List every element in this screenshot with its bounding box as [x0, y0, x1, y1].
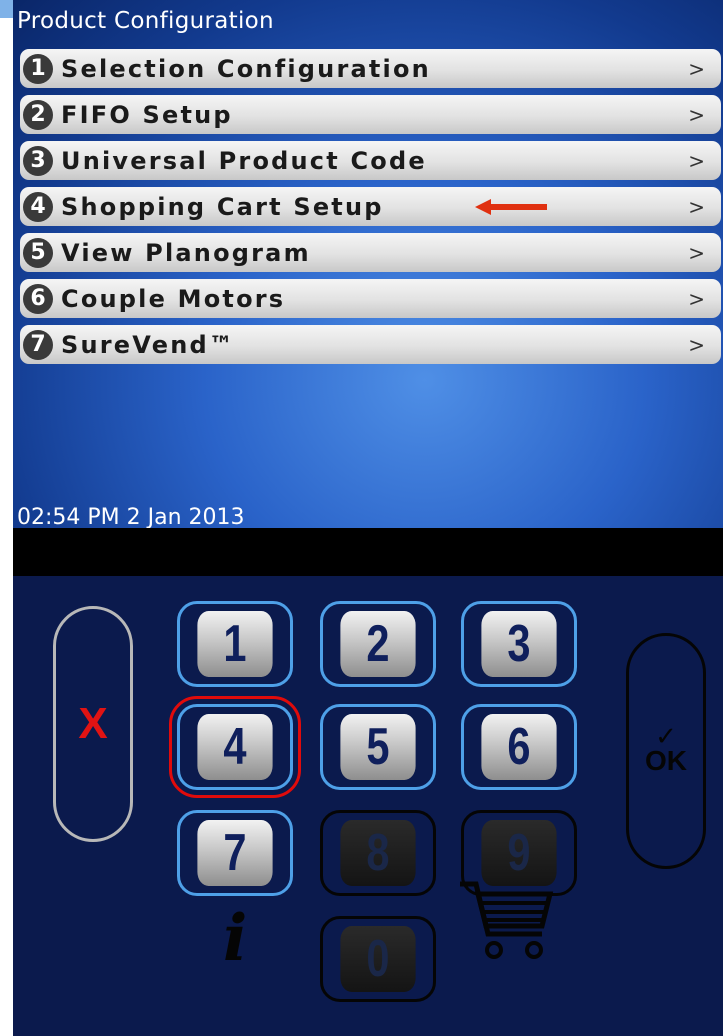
menu-item-label: Universal Product Code — [61, 146, 427, 175]
menu-item-view-planogram[interactable]: 5 View Planogram > — [20, 233, 721, 272]
chevron-right-icon: > — [688, 57, 705, 81]
chevron-right-icon: > — [688, 103, 705, 127]
menu-item-couple-motors[interactable]: 6 Couple Motors > — [20, 279, 721, 318]
menu-item-fifo-setup[interactable]: 2 FIFO Setup > — [20, 95, 721, 134]
chevron-right-icon: > — [688, 287, 705, 311]
number-badge: 7 — [23, 329, 53, 360]
cancel-x-icon: X — [78, 699, 108, 748]
number-badge: 4 — [23, 191, 53, 222]
menu-item-universal-product-code[interactable]: 3 Universal Product Code > — [20, 141, 721, 180]
menu-item-label: Shopping Cart Setup — [61, 192, 384, 221]
number-badge: 2 — [23, 99, 53, 130]
key-label: 0 — [340, 926, 416, 992]
menu-item-label: Selection Configuration — [61, 54, 431, 83]
key-5[interactable]: 5 — [320, 704, 436, 790]
number-badge: 1 — [23, 53, 53, 84]
key-8[interactable]: 8 — [320, 810, 436, 896]
window-corner-tab — [0, 0, 13, 18]
key-4[interactable]: 4 — [169, 696, 301, 798]
menu-item-selection-configuration[interactable]: 1 Selection Configuration > — [20, 49, 721, 88]
cancel-button[interactable]: X — [53, 606, 133, 842]
screen-bezel — [13, 528, 723, 576]
menu-item-label: Couple Motors — [61, 284, 286, 313]
status-timestamp: 02:54 PM 2 Jan 2013 — [17, 505, 245, 528]
shopping-cart-icon[interactable] — [458, 876, 558, 966]
key-label: 7 — [197, 820, 273, 886]
number-badge: 5 — [23, 237, 53, 268]
menu-item-shopping-cart-setup[interactable]: 4 Shopping Cart Setup > — [20, 187, 721, 226]
key-3[interactable]: 3 — [461, 601, 577, 687]
ok-content: ✓ OK — [645, 721, 687, 777]
key-label: 1 — [197, 611, 273, 677]
chevron-right-icon: > — [688, 333, 705, 357]
chevron-right-icon: > — [688, 195, 705, 219]
key-2[interactable]: 2 — [320, 601, 436, 687]
menu-item-surevend[interactable]: 7 SureVend™ > — [20, 325, 721, 364]
pointer-arrow-icon — [475, 199, 547, 215]
key-0[interactable]: 0 — [320, 916, 436, 1002]
display-screen: Product Configuration 1 Selection Config… — [13, 0, 723, 528]
menu-item-label: FIFO Setup — [61, 100, 233, 129]
key-7[interactable]: 7 — [177, 810, 293, 896]
number-badge: 3 — [23, 145, 53, 176]
chevron-right-icon: > — [688, 241, 705, 265]
menu-item-label: View Planogram — [61, 238, 311, 267]
key-label: 2 — [340, 611, 416, 677]
number-badge: 6 — [23, 283, 53, 314]
ok-label: OK — [645, 745, 687, 777]
keypad-panel: X 1 2 3 4 5 6 7 8 9 0 i ✓ OK — [13, 576, 723, 1036]
key-label: 5 — [340, 714, 416, 780]
key-label: 6 — [481, 714, 557, 780]
key-6[interactable]: 6 — [461, 704, 577, 790]
page-title: Product Configuration — [17, 8, 274, 34]
checkmark-icon: ✓ — [655, 721, 677, 752]
chevron-right-icon: > — [688, 149, 705, 173]
key-label: 8 — [340, 820, 416, 886]
menu-item-label: SureVend™ — [61, 330, 236, 359]
key-label: 3 — [481, 611, 557, 677]
key-1[interactable]: 1 — [177, 601, 293, 687]
key-label: 4 — [197, 714, 273, 780]
product-config-menu: 1 Selection Configuration > 2 FIFO Setup… — [20, 49, 721, 371]
info-icon[interactable]: i — [223, 901, 247, 976]
ok-button[interactable]: ✓ OK — [626, 633, 706, 869]
